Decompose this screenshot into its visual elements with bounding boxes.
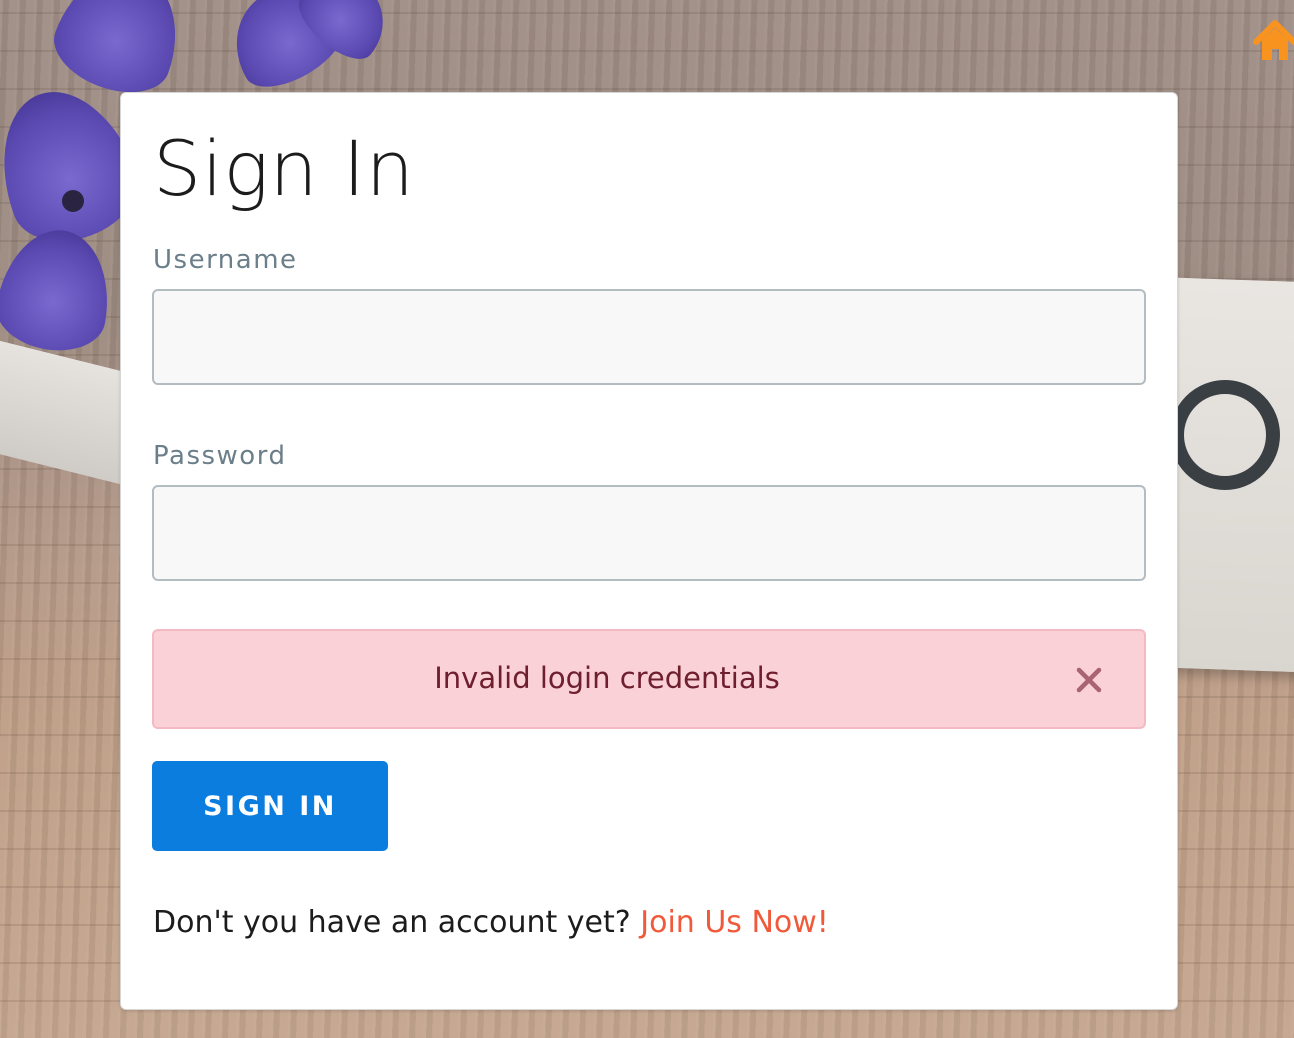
username-input[interactable] <box>152 289 1146 385</box>
error-message: Invalid login credentials <box>434 661 780 695</box>
password-label: Password <box>153 441 287 471</box>
close-icon[interactable] <box>1074 665 1104 695</box>
sign-in-button[interactable]: SIGN IN <box>152 761 388 851</box>
error-alert: Invalid login credentials <box>152 629 1146 729</box>
signup-prompt: Don't you have an account yet? Join Us N… <box>153 905 829 940</box>
signup-prompt-text: Don't you have an account yet? <box>153 905 631 940</box>
join-us-link[interactable]: Join Us Now! <box>640 905 829 940</box>
page-title: Sign In <box>153 124 415 213</box>
home-icon[interactable] <box>1252 18 1294 64</box>
background-sign-letter <box>1170 380 1280 490</box>
password-input[interactable] <box>152 485 1146 581</box>
username-label: Username <box>153 245 298 275</box>
sign-in-card: Sign In Username Password Invalid login … <box>120 92 1178 1010</box>
